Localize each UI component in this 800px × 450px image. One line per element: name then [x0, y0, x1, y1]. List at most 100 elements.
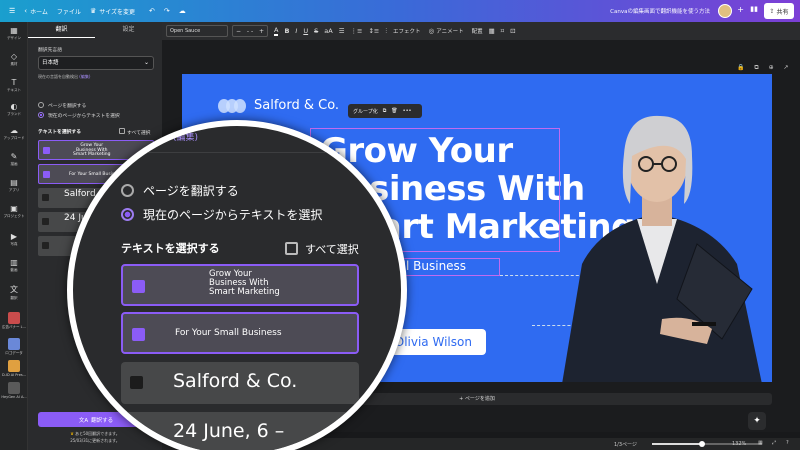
- checkbox-icon: [42, 218, 49, 225]
- page-counter[interactable]: 1/3ページ: [614, 441, 637, 448]
- check-icon: [43, 171, 50, 178]
- italic-icon[interactable]: I: [295, 27, 297, 35]
- rail-label: HeyGen AI A...: [1, 395, 27, 399]
- effects-button[interactable]: エフェクト: [393, 27, 421, 35]
- delete-icon[interactable]: 🗑: [391, 108, 397, 114]
- rail-item-11[interactable]: 広告バナー L...: [0, 312, 28, 330]
- radio-translate-page[interactable]: [38, 102, 44, 108]
- rail-label: ブランド: [7, 112, 21, 116]
- mag-radio-translate-page: [121, 184, 134, 197]
- chevron-down-icon: ⌄: [143, 59, 149, 66]
- undo-button[interactable]: ↶: [149, 7, 155, 15]
- bold-icon[interactable]: B: [284, 27, 289, 35]
- resize-button[interactable]: ♛ サイズを変更: [90, 7, 135, 16]
- animate-icon: ◎: [428, 27, 435, 35]
- zoom-slider-handle[interactable]: [698, 441, 705, 447]
- slide-toolbar-icons[interactable]: 🔒 ⧉ ⊕ ↗: [737, 64, 793, 72]
- menu-button[interactable]: ☰: [9, 7, 15, 15]
- portrait-photo[interactable]: [542, 84, 772, 382]
- strikethrough-icon[interactable]: S: [314, 27, 318, 35]
- font-select[interactable]: Open Sauce: [166, 25, 228, 37]
- home-button[interactable]: ‹ ホーム: [24, 7, 48, 16]
- tab-settings[interactable]: 設定: [95, 22, 162, 38]
- radio-select-text[interactable]: [38, 112, 44, 118]
- rail-item-3[interactable]: ◐ ブランド: [0, 102, 28, 117]
- magnifier-callout: (編集) ページを翻訳する 現在のページからテキストを選択 テキストを選択する …: [67, 120, 407, 450]
- rail-item-14[interactable]: HeyGen AI A...: [0, 382, 28, 399]
- item-text: Grow Your Business With Smart Marketing: [73, 143, 111, 158]
- top-bar: ☰ ‹ ホーム ファイル ♛ サイズを変更 ↶ ↷ ☁ Canvaの編集画面で翻訳機…: [0, 0, 800, 22]
- lock-icon[interactable]: ⊡: [510, 27, 515, 35]
- detect-edit-link[interactable]: (編集): [79, 74, 90, 79]
- select-all-checkbox[interactable]: [119, 128, 125, 134]
- rail-item-5[interactable]: ✎ 描画: [0, 152, 28, 167]
- underline-icon[interactable]: U: [303, 27, 308, 35]
- text-color-icon[interactable]: A: [274, 26, 279, 36]
- size-minus-button[interactable]: −: [236, 28, 241, 35]
- target-lang-label: 翻訳先言語: [38, 48, 62, 53]
- format-toolbar: Open Sauce − - - + A B I U S aA ☰ ⋮≡ ↕≡ ⫶ …: [162, 22, 800, 40]
- font-size-stepper[interactable]: − - - +: [232, 25, 268, 37]
- canva-editor: ☰ ‹ ホーム ファイル ♛ サイズを変更 ↶ ↷ ☁ Canvaの編集画面で翻訳機…: [0, 0, 800, 450]
- rail-item-1[interactable]: ◇ 素材: [0, 52, 28, 67]
- brand-logo[interactable]: Salford & Co.: [218, 98, 339, 113]
- rail-item-2[interactable]: T テキスト: [0, 78, 28, 93]
- zoom-level[interactable]: 132%: [732, 441, 746, 447]
- group-button[interactable]: グループ化: [353, 108, 378, 115]
- rail-item-10[interactable]: 文翻訳: [0, 284, 28, 301]
- share-button[interactable]: ⇪ 共有: [764, 3, 794, 19]
- fullscreen-icon[interactable]: ⤢: [772, 440, 776, 446]
- opt-select-text-label: 現在のページからテキストを選択: [48, 114, 120, 119]
- check-icon: [132, 280, 145, 293]
- checker-icon[interactable]: ▦: [489, 27, 495, 35]
- case-icon[interactable]: aA: [324, 27, 332, 35]
- left-rail: ▦ デザイン ◇ 素材 T テキスト ◐ ブランド ☁ アップロード ✎ 描画 ▤ アプリ ▣ プロジェクト ▶…: [0, 22, 28, 450]
- animate-button[interactable]: アニメート: [436, 27, 463, 35]
- cloud-icon: ☁: [178, 7, 186, 15]
- rail-item-8[interactable]: ▶ 写真: [0, 232, 28, 247]
- spacing-icon[interactable]: ↕≡: [368, 27, 379, 35]
- size-plus-button[interactable]: +: [259, 28, 264, 35]
- mag-item-text: For Your Small Business: [175, 328, 282, 338]
- list-icon[interactable]: ⋮≡: [351, 27, 363, 35]
- remaining-note-text: あと50回翻訳できます。: [75, 431, 120, 436]
- vertical-text-icon[interactable]: ⫶: [385, 27, 387, 36]
- avatar[interactable]: [718, 4, 732, 18]
- position-button[interactable]: 配置: [472, 27, 483, 35]
- opt-translate-page-label: ページを翻訳する: [48, 104, 87, 109]
- mag-list-item: Salford & Co.: [121, 362, 359, 404]
- select-all-label: すべて選択: [127, 131, 151, 136]
- crown-icon: ♛: [70, 431, 74, 436]
- insights-icon[interactable]: ▮▮: [750, 5, 758, 13]
- duplicate-icon[interactable]: ⧉: [383, 108, 387, 114]
- panel-tabs: 翻訳 設定: [28, 22, 162, 38]
- align-icon[interactable]: ☰: [339, 27, 345, 35]
- app-thumbnail-icon: [8, 382, 20, 394]
- rail-item-4[interactable]: ☁ アップロード: [0, 126, 28, 141]
- translate-icon: 文A: [78, 417, 89, 424]
- rail-label: 描画: [10, 162, 18, 166]
- cloud-save-button[interactable]: ☁: [179, 7, 186, 15]
- rail-label: 翻訳: [10, 296, 18, 300]
- more-icon[interactable]: •••: [403, 108, 412, 114]
- tab-translate[interactable]: 翻訳: [28, 22, 95, 38]
- design-title[interactable]: Canvaの編集画面で翻訳機能を使う方法: [610, 7, 710, 15]
- target-lang-select[interactable]: 日本語 ⌄: [38, 56, 154, 70]
- add-collaborator-button[interactable]: +: [737, 5, 744, 14]
- rail-item-6[interactable]: ▤ アプリ: [0, 178, 28, 193]
- paint-icon[interactable]: ⌑: [501, 27, 504, 35]
- select-text-heading: テキストを選択する: [38, 130, 82, 135]
- grid-view-icon[interactable]: ▦: [758, 440, 763, 446]
- rail-item-12[interactable]: ロゴデータ: [0, 338, 28, 356]
- hamburger-icon: ☰: [9, 7, 16, 15]
- rail-item-0[interactable]: ▦ デザイン: [0, 26, 28, 41]
- redo-button[interactable]: ↷: [164, 7, 170, 15]
- share-label: 共有: [776, 8, 789, 16]
- help-icon[interactable]: ?: [786, 440, 789, 446]
- file-menu[interactable]: ファイル: [57, 7, 81, 16]
- rail-icon: ☁: [10, 126, 18, 135]
- magic-icon[interactable]: ✦: [748, 412, 766, 430]
- rail-item-13[interactable]: D-ID AI Pres...: [0, 360, 28, 377]
- rail-item-9[interactable]: ▥ 動画: [0, 258, 28, 273]
- rail-item-7[interactable]: ▣ プロジェクト: [0, 204, 28, 219]
